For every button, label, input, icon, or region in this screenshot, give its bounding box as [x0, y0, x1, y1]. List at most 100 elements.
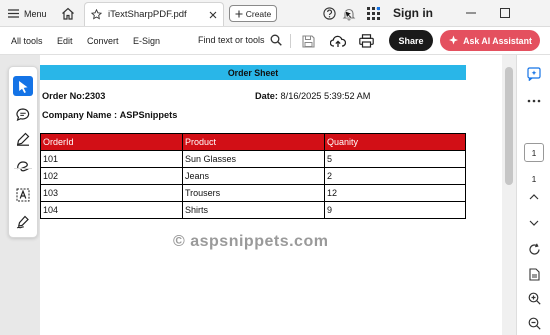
rail-divider	[14, 168, 32, 169]
order-number-label: Order No:	[42, 91, 85, 101]
order-date-value: 8/16/2025 5:39:52 AM	[280, 91, 371, 101]
cell-orderid: 103	[40, 184, 183, 202]
hamburger-icon	[8, 9, 19, 18]
select-tool[interactable]	[13, 76, 33, 96]
table-row: 101 Sun Glasses 5	[40, 150, 466, 168]
order-date: Date: 8/16/2025 5:39:52 AM	[255, 91, 370, 101]
ask-ai-label: Ask AI Assistant	[463, 35, 532, 46]
page-thumbnails-button[interactable]	[524, 264, 544, 284]
cell-quantity: 12	[324, 184, 466, 202]
upload-cloud-button[interactable]	[330, 33, 346, 49]
save-button[interactable]	[300, 33, 316, 49]
convert-menu[interactable]: Convert	[87, 36, 119, 46]
cursor-icon	[18, 80, 27, 93]
cell-product: Shirts	[182, 201, 325, 219]
text-tool[interactable]	[13, 185, 33, 205]
star-icon[interactable]	[91, 9, 102, 20]
chevron-down-icon	[529, 220, 539, 226]
menu-label: Menu	[24, 8, 47, 19]
plus-icon	[235, 10, 243, 18]
comment-tool[interactable]	[13, 104, 33, 124]
scrollbar-thumb[interactable]	[505, 67, 513, 185]
maximize-icon	[500, 8, 510, 18]
cloud-upload-icon	[330, 35, 346, 47]
zoom-in-button[interactable]	[524, 288, 544, 308]
sign-in-link[interactable]: Sign in	[393, 6, 433, 20]
cell-orderid: 104	[40, 201, 183, 219]
company-label: Company Name :	[42, 110, 118, 120]
current-page-input[interactable]: 1	[524, 143, 544, 162]
next-page-button[interactable]	[524, 213, 544, 233]
find-label: Find text or tools	[198, 35, 265, 45]
table-header-row: OrderId Product Quanity	[40, 133, 466, 151]
sparkle-icon	[449, 35, 459, 45]
chevron-up-icon	[529, 194, 539, 200]
search-icon	[270, 34, 282, 46]
tool-rail	[8, 66, 38, 238]
previous-page-button[interactable]	[524, 187, 544, 207]
orders-table: OrderId Product Quanity 101 Sun Glasses …	[40, 133, 466, 219]
zoom-out-icon	[528, 317, 541, 330]
company-name: Company Name : ASPSnippets	[42, 110, 177, 120]
ask-ai-button[interactable]: Ask AI Assistant	[440, 30, 540, 51]
watermark: © aspsnippets.com	[173, 233, 329, 250]
ai-chat-icon	[527, 67, 541, 81]
print-icon	[358, 34, 374, 48]
pen-icon	[16, 132, 30, 146]
print-button[interactable]	[358, 33, 374, 49]
e-sign-menu[interactable]: E-Sign	[133, 36, 160, 46]
help-icon	[322, 7, 336, 20]
cell-quantity: 9	[324, 201, 466, 219]
zoom-out-button[interactable]	[524, 313, 544, 333]
text-box-icon	[16, 188, 30, 202]
comment-icon	[16, 107, 30, 121]
share-button[interactable]: Share	[389, 30, 433, 51]
order-date-label: Date:	[255, 91, 278, 101]
minimize-button[interactable]	[463, 5, 479, 21]
zoom-in-icon	[528, 292, 541, 305]
maximize-button[interactable]	[497, 5, 513, 21]
home-button[interactable]	[58, 4, 78, 23]
order-number-value: 2303	[84, 91, 106, 101]
document-tab[interactable]: iTextSharpPDF.pdf	[84, 2, 224, 26]
help-button[interactable]	[320, 4, 338, 23]
signature-icon	[16, 215, 29, 229]
rotate-button[interactable]	[524, 239, 544, 259]
toolbar-divider	[290, 34, 291, 48]
bell-icon	[342, 8, 356, 21]
sign-tool[interactable]	[13, 212, 33, 232]
minimize-icon	[466, 12, 476, 14]
right-panel: 1 1	[516, 55, 550, 335]
highlight-tool[interactable]	[13, 129, 33, 149]
find-text-tools[interactable]: Find text or tools	[198, 34, 282, 46]
freehand-icon	[17, 160, 29, 171]
tab-title: iTextSharpPDF.pdf	[108, 9, 187, 20]
create-button[interactable]: Create	[229, 5, 277, 22]
menu-button[interactable]: Menu	[4, 4, 51, 23]
order-sheet-banner: Order Sheet	[40, 65, 466, 80]
company-value: ASPSnippets	[119, 110, 178, 120]
cell-quantity: 2	[324, 167, 466, 185]
home-icon	[62, 7, 74, 20]
draw-tool[interactable]	[13, 156, 33, 176]
document-icon	[528, 267, 540, 281]
vertical-scrollbar[interactable]	[502, 55, 516, 335]
column-header-orderid: OrderId	[40, 133, 183, 151]
table-row: 102 Jeans 2	[40, 167, 466, 185]
notifications-button[interactable]	[340, 4, 358, 23]
order-number: Order No:2303	[42, 91, 105, 101]
table-row: 104 Shirts 9	[40, 201, 466, 219]
rotate-icon	[528, 243, 540, 255]
title-bar: Menu iTextSharpPDF.pdf Create Sign in	[0, 0, 550, 27]
all-tools-menu[interactable]: All tools	[11, 36, 43, 46]
ai-assistant-panel-button[interactable]	[524, 64, 544, 84]
cell-orderid: 102	[40, 167, 183, 185]
pdf-page: Order Sheet Order No:2303 Date: 8/16/202…	[40, 55, 502, 335]
more-options-button[interactable]	[524, 91, 544, 111]
cell-product: Trousers	[182, 184, 325, 202]
edit-menu[interactable]: Edit	[57, 36, 73, 46]
apps-button[interactable]	[364, 4, 382, 23]
apps-grid-icon	[366, 7, 380, 20]
close-tab-icon[interactable]	[209, 11, 217, 19]
column-header-quantity: Quanity	[324, 133, 466, 151]
